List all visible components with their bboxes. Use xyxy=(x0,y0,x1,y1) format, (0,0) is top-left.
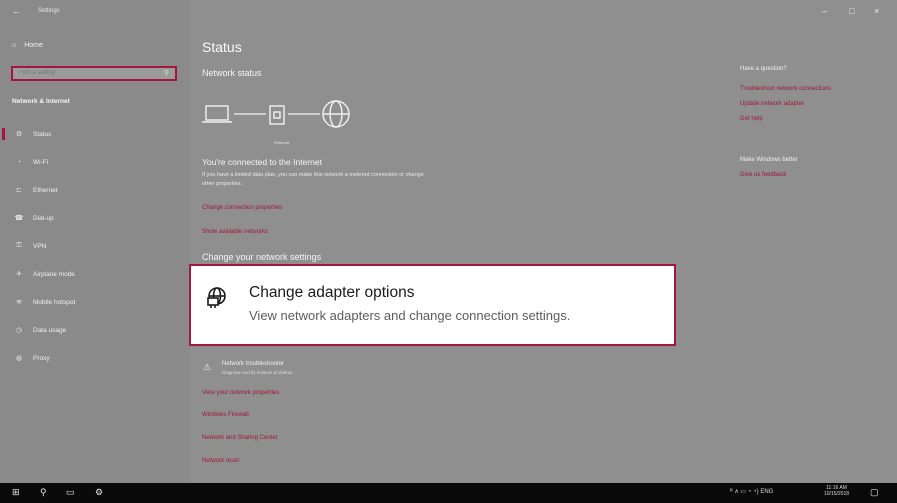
sidebar-item-proxy[interactable]: ◍ Proxy xyxy=(0,349,190,367)
troubleshooter-subtitle: Diagnose and fix network problems. xyxy=(222,370,294,375)
windows-firewall-link[interactable]: Windows Firewall xyxy=(202,412,249,418)
connected-description: If you have a limited data plan, you can… xyxy=(202,172,424,187)
sidebar-item-label: Status xyxy=(33,130,52,138)
give-feedback-link[interactable]: Give us feedback xyxy=(740,172,786,178)
search-box[interactable]: ⚲ xyxy=(11,66,177,81)
proxy-icon: ◍ xyxy=(15,355,23,362)
sidebar-item-label: Wi-Fi xyxy=(33,158,49,166)
clock[interactable]: 11:16 AM 10/15/2018 xyxy=(824,485,849,497)
dialup-icon: ☎ xyxy=(14,215,24,222)
globe-icon xyxy=(322,100,350,128)
sidebar-item-label: Mobile hotspot xyxy=(33,298,76,306)
sidebar-item-vpn[interactable]: ⚿ VPN xyxy=(0,237,190,255)
view-network-properties-link[interactable]: View your network properties xyxy=(202,390,279,396)
data-usage-icon: ◷ xyxy=(15,327,23,334)
sidebar-item-status[interactable]: ⚙ Status xyxy=(0,125,190,143)
search-icon[interactable]: ⚲ xyxy=(164,69,169,77)
minimize-button[interactable]: – xyxy=(822,6,827,16)
network-adapter-icon xyxy=(207,287,226,308)
notifications-icon[interactable]: ▢ xyxy=(870,487,879,498)
wifi-icon: ◔ xyxy=(16,158,22,166)
settings-window: ← Settings ⌂ Home ⚲ Network & Internet ⚙… xyxy=(0,0,897,483)
search-icon[interactable]: ⚲ xyxy=(40,487,47,498)
network-sharing-center-link[interactable]: Network and Sharing Center xyxy=(202,435,278,441)
ethernet-icon: ⊏ xyxy=(16,187,22,194)
change-adapter-options-title[interactable]: Change adapter options xyxy=(249,284,414,302)
sidebar-item-airplane-mode[interactable]: ✈ Airplane mode xyxy=(0,265,190,283)
sidebar-item-label: Airplane mode xyxy=(33,270,75,278)
question-heading: Have a question? xyxy=(740,66,787,72)
make-windows-better-heading: Make Windows better xyxy=(740,157,798,163)
sidebar-item-wifi[interactable]: ◔ Wi-Fi xyxy=(0,153,190,171)
sidebar-item-label: VPN xyxy=(33,242,47,250)
warning-triangle-icon: ⚠ xyxy=(203,362,212,372)
network-reset-link[interactable]: Network reset xyxy=(202,458,239,464)
sidebar-item-ethernet[interactable]: ⊏ Ethernet xyxy=(0,181,190,199)
close-button[interactable]: × xyxy=(874,6,879,16)
network-diagram xyxy=(202,100,350,128)
get-help-link[interactable]: Get help xyxy=(740,116,763,122)
sidebar-item-data-usage[interactable]: ◷ Data usage xyxy=(0,321,190,339)
task-view-icon[interactable]: ▭ xyxy=(66,487,75,498)
page-title: Status xyxy=(202,39,242,55)
change-adapter-options-callout[interactable]: Change adapter options View network adap… xyxy=(189,264,676,346)
maximize-button[interactable]: □ xyxy=(849,6,854,16)
sidebar-item-label: Data usage xyxy=(33,326,67,334)
start-windows-icon[interactable]: ⊞ xyxy=(12,487,20,498)
ethernet-adapter-icon xyxy=(269,105,285,125)
show-available-networks-link[interactable]: Show available networks xyxy=(202,229,268,235)
sidebar-item-home[interactable]: ⌂ Home xyxy=(12,42,43,49)
sidebar-item-dialup[interactable]: ☎ Dial-up xyxy=(0,209,190,227)
system-tray[interactable]: ᴿ ∧ ▭ ◔ ◔) ENG xyxy=(730,488,773,495)
troubleshooter-title[interactable]: Network troubleshooter xyxy=(222,361,284,367)
airplane-icon: ✈ xyxy=(16,271,22,278)
ethernet-caption: Ethernet xyxy=(274,140,290,145)
troubleshoot-connections-link[interactable]: Troubleshoot network connections xyxy=(740,86,831,92)
clock-date: 10/15/2018 xyxy=(824,491,850,497)
home-label: Home xyxy=(24,42,43,49)
sidebar: ← Settings ⌂ Home ⚲ Network & Internet ⚙… xyxy=(0,0,190,483)
laptop-icon xyxy=(202,105,232,123)
connected-title: You're connected to the Internet xyxy=(202,157,322,167)
window-title: Settings xyxy=(38,8,60,14)
update-network-adapter-link[interactable]: Update network adapter xyxy=(740,101,804,107)
change-adapter-options-subtitle: View network adapters and change connect… xyxy=(249,308,571,323)
home-icon: ⌂ xyxy=(12,42,17,49)
status-icon: ⚙ xyxy=(15,131,23,138)
hotspot-icon: ≋ xyxy=(16,299,22,306)
sidebar-item-label: Dial-up xyxy=(33,214,54,222)
sidebar-item-mobile-hotspot[interactable]: ≋ Mobile hotspot xyxy=(0,293,190,311)
change-network-settings-heading: Change your network settings xyxy=(202,252,322,262)
back-arrow-icon[interactable]: ← xyxy=(12,6,21,16)
settings-gear-icon[interactable]: ⚙ xyxy=(95,487,103,498)
sidebar-item-label: Ethernet xyxy=(33,186,58,194)
taskbar: ⊞ ⚲ ▭ ⚙ ᴿ ∧ ▭ ◔ ◔) ENG 11:16 AM 10/15/20… xyxy=(0,483,897,503)
change-connection-properties-link[interactable]: Change connection properties xyxy=(202,205,282,211)
search-input[interactable] xyxy=(19,70,159,76)
sidebar-item-label: Proxy xyxy=(33,354,50,362)
main-pane xyxy=(190,0,897,483)
sidebar-section-title: Network & Internet xyxy=(12,98,70,105)
network-status-heading: Network status xyxy=(202,68,262,78)
vpn-icon: ⚿ xyxy=(16,242,22,249)
